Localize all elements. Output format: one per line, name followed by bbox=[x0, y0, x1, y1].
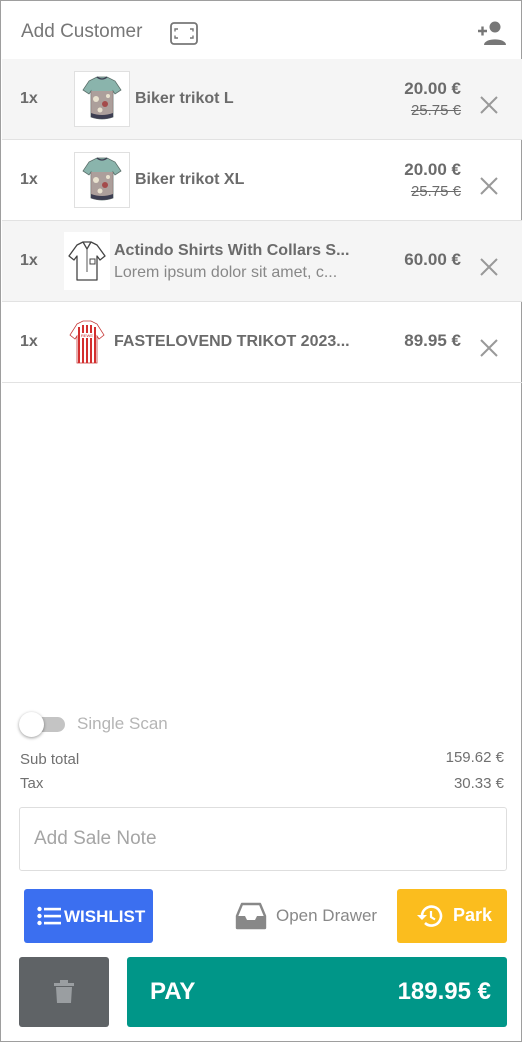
item-name: FASTELOVEND TRIKOT 2023... bbox=[114, 333, 350, 350]
product-image: REWE bbox=[64, 313, 110, 371]
pay-amount: 189.95 € bbox=[397, 978, 491, 1005]
item-price: 20.00 € bbox=[404, 160, 461, 179]
svg-text:REWE: REWE bbox=[81, 333, 93, 338]
sale-note-input[interactable] bbox=[19, 807, 507, 871]
single-scan-label: Single Scan bbox=[77, 714, 168, 733]
item-name: Actindo Shirts With Collars S... bbox=[114, 242, 350, 259]
trash-icon bbox=[54, 980, 74, 1003]
item-quantity[interactable]: 1x bbox=[20, 333, 38, 351]
item-original-price: 25.75 € bbox=[410, 183, 461, 200]
pay-button[interactable]: PAY 189.95 € bbox=[127, 957, 507, 1027]
item-price: 20.00 € bbox=[404, 79, 461, 98]
list-icon bbox=[37, 906, 61, 926]
item-quantity[interactable]: 1x bbox=[20, 252, 38, 270]
pay-label: PAY bbox=[150, 978, 196, 1005]
single-scan-toggle[interactable] bbox=[19, 712, 67, 737]
wishlist-label: WISHLIST bbox=[64, 907, 146, 926]
remove-item-icon[interactable] bbox=[479, 176, 499, 196]
cart-item[interactable]: 1x REWE FASTELOVEND TRIKOT 2023... 89.95… bbox=[2, 302, 522, 383]
item-original-price: 25.75 € bbox=[410, 102, 461, 119]
item-description: Lorem ipsum dolor sit amet, c... bbox=[114, 264, 338, 281]
open-drawer-label: Open Drawer bbox=[276, 906, 378, 925]
scan-icon[interactable] bbox=[170, 22, 198, 45]
subtotal-value: 159.62 € bbox=[445, 749, 504, 766]
add-person-icon[interactable] bbox=[476, 20, 508, 46]
subtotal-label: Sub total bbox=[20, 751, 80, 768]
remove-item-icon[interactable] bbox=[479, 257, 499, 277]
pos-cart-panel: Add Customer 1x Biker trikot L 20.00 € 2… bbox=[0, 0, 522, 1042]
cart-header: Add Customer bbox=[2, 2, 522, 59]
tax-label: Tax bbox=[20, 775, 44, 792]
remove-item-icon[interactable] bbox=[479, 338, 499, 358]
wishlist-button[interactable]: WISHLIST bbox=[24, 889, 153, 943]
cart-item[interactable]: 1x Actindo Shirts With Collars S... Lore… bbox=[2, 221, 522, 302]
product-image bbox=[74, 152, 130, 208]
inbox-tray-icon bbox=[235, 902, 267, 930]
tax-value: 30.33 € bbox=[453, 775, 504, 792]
item-name: Biker trikot XL bbox=[135, 171, 245, 188]
park-button[interactable]: Park bbox=[397, 889, 507, 943]
open-drawer-button[interactable]: Open Drawer bbox=[235, 900, 385, 932]
remove-item-icon[interactable] bbox=[479, 95, 499, 115]
cart-item[interactable]: 1x Biker trikot XL 20.00 € 25.75 € bbox=[2, 140, 522, 221]
history-icon bbox=[417, 905, 443, 927]
delete-cart-button[interactable] bbox=[19, 957, 109, 1027]
cart-item-list: 1x Biker trikot L 20.00 € 25.75 € 1x Bik… bbox=[2, 59, 522, 383]
cart-item[interactable]: 1x Biker trikot L 20.00 € 25.75 € bbox=[2, 59, 522, 140]
toggle-knob bbox=[19, 712, 44, 737]
park-label: Park bbox=[453, 905, 493, 925]
item-quantity[interactable]: 1x bbox=[20, 171, 38, 189]
item-quantity[interactable]: 1x bbox=[20, 90, 38, 108]
item-name: Biker trikot L bbox=[135, 90, 234, 107]
item-price: 60.00 € bbox=[404, 250, 461, 269]
add-customer-button[interactable]: Add Customer bbox=[21, 21, 142, 43]
item-price: 89.95 € bbox=[404, 331, 461, 350]
product-image bbox=[64, 232, 110, 290]
product-image bbox=[74, 71, 130, 127]
